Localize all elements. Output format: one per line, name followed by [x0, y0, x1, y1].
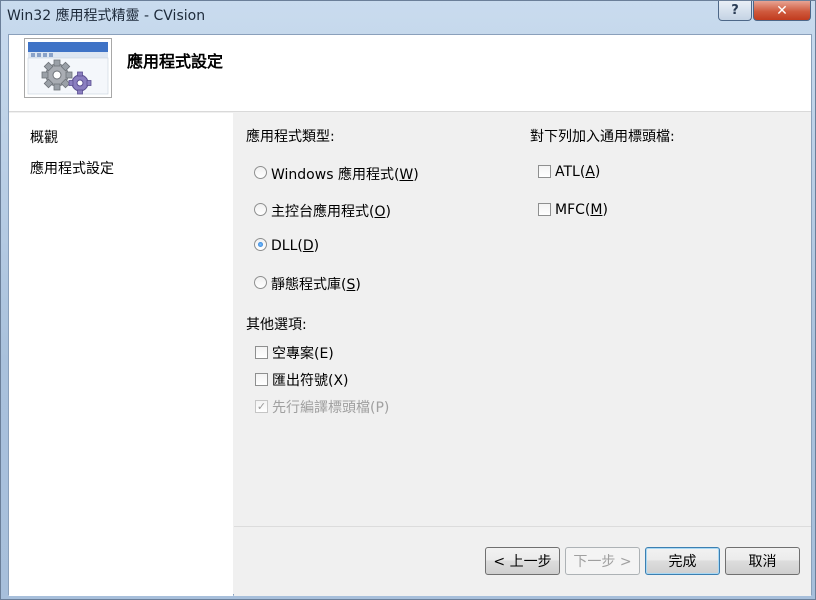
finish-button[interactable]: 完成 — [645, 547, 720, 575]
checkmark-icon: ✓ — [255, 399, 268, 413]
checkbox-export-symbols-label: 匯出符號(X) — [272, 373, 349, 389]
radio-console-app-label: 主控台應用程式(O) — [271, 204, 391, 220]
back-button[interactable]: < 上一步 — [485, 547, 560, 575]
radio-circle[interactable] — [254, 165, 267, 179]
help-button[interactable]: ? — [718, 1, 752, 21]
checkbox-box[interactable] — [255, 345, 268, 359]
button-separator — [234, 526, 811, 527]
radio-console-app[interactable]: 主控台應用程式(O) — [254, 201, 391, 221]
checkbox-box[interactable] — [538, 202, 551, 216]
next-button: 下一步 > — [565, 547, 640, 575]
wizard-sidebar: 概觀 應用程式設定 — [9, 113, 233, 596]
wizard-client-area: 應用程式設定 概觀 應用程式設定 應用程式類型: Windows 應用程式(W)… — [8, 34, 812, 596]
app-type-label: 應用程式類型: — [246, 129, 335, 145]
settings-panel: 應用程式類型: Windows 應用程式(W) 主控台應用程式(O) DLL(D… — [234, 113, 811, 596]
sidebar-item-app-settings[interactable]: 應用程式設定 — [30, 158, 114, 178]
checkbox-mfc[interactable]: MFC(M) — [538, 202, 608, 218]
checkbox-box[interactable] — [255, 372, 268, 386]
checkbox-box[interactable] — [538, 164, 551, 178]
checkbox-precompiled-header-label: 先行編譯標頭檔(P) — [272, 400, 390, 416]
help-icon: ? — [731, 3, 739, 18]
title-bar[interactable]: Win32 應用程式精靈 - CVision ? ✕ — [1, 1, 816, 31]
checkbox-empty-project-label: 空專案(E) — [272, 346, 334, 362]
radio-windows-app[interactable]: Windows 應用程式(W) — [254, 164, 419, 184]
radio-dll[interactable]: DLL(D) — [254, 237, 320, 254]
window-title: Win32 應用程式精靈 - CVision — [7, 8, 206, 24]
other-options-label: 其他選項: — [246, 317, 307, 333]
checkbox-atl-label: ATL(A) — [555, 164, 601, 180]
radio-circle[interactable] — [254, 202, 267, 216]
radio-circle-selected[interactable] — [254, 237, 267, 251]
checkbox-precompiled-header: ✓ 先行編譯標頭檔(P) — [255, 397, 389, 417]
close-icon: ✕ — [776, 2, 788, 19]
cancel-button[interactable]: 取消 — [725, 547, 800, 575]
radio-static-lib[interactable]: 靜態程式庫(S) — [254, 274, 361, 294]
sidebar-item-overview[interactable]: 概觀 — [30, 127, 58, 147]
common-headers-label: 對下列加入通用標頭檔: — [530, 129, 675, 145]
checkbox-mfc-label: MFC(M) — [555, 202, 608, 218]
wizard-window: Win32 應用程式精靈 - CVision ? ✕ 應用程式設定 概觀 應用程… — [0, 0, 816, 600]
radio-circle[interactable] — [254, 275, 267, 289]
checkbox-export-symbols[interactable]: 匯出符號(X) — [255, 370, 349, 390]
radio-windows-app-label: Windows 應用程式(W) — [271, 167, 419, 183]
wizard-header: 應用程式設定 — [9, 35, 811, 112]
radio-dll-label: DLL(D) — [271, 238, 320, 254]
page-title: 應用程式設定 — [127, 52, 224, 71]
checkbox-empty-project[interactable]: 空專案(E) — [255, 343, 334, 363]
checkbox-atl[interactable]: ATL(A) — [538, 164, 600, 180]
radio-static-lib-label: 靜態程式庫(S) — [271, 277, 361, 293]
wizard-banner-image — [24, 38, 112, 98]
close-button[interactable]: ✕ — [753, 1, 811, 21]
gears-icon — [25, 39, 111, 97]
